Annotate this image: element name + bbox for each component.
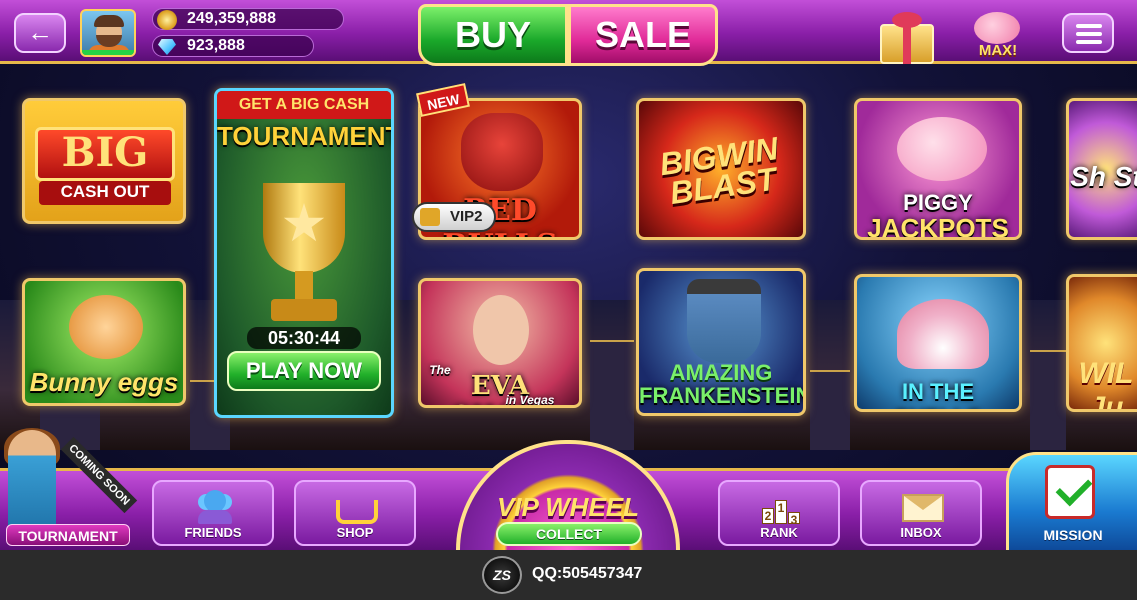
piggy-max-label: MAX! xyxy=(978,42,1018,59)
rank-label: RANK xyxy=(760,525,798,540)
bull-icon xyxy=(461,113,543,191)
tournament-promo-button[interactable]: COMING SOON TOURNAMENT xyxy=(0,428,138,550)
game-tile-piggy-jackpots[interactable]: PIGGY JACKPOTS xyxy=(854,98,1022,240)
friends-button[interactable]: FRIENDS xyxy=(152,480,274,546)
podium-icon: 2 1 3 xyxy=(760,488,802,527)
game-title-prefix: The xyxy=(429,363,451,377)
game-tile-eva-show[interactable]: EVA SHOW The in Vegas xyxy=(418,278,582,408)
game-tile-wild[interactable]: WIL Ju xyxy=(1066,274,1137,412)
game-lobby: ← 249,359,888 923,888 BUY SALE MAX! BIG … xyxy=(0,0,1137,600)
avatar[interactable] xyxy=(80,9,136,57)
mission-label: MISSION xyxy=(1043,527,1103,543)
coin-balance[interactable]: 249,359,888 xyxy=(152,8,344,30)
tournament-promo-label: TOURNAMENT xyxy=(6,524,130,546)
mission-button[interactable]: MISSION xyxy=(1006,452,1137,550)
game-title: Bunny eggs xyxy=(29,367,179,397)
tournament-title: TOURNAMENT xyxy=(217,121,394,151)
sale-button[interactable]: SALE xyxy=(568,4,718,66)
tournament-card[interactable]: GET A BIG CASH TOURNAMENT 05:30:44 PLAY … xyxy=(214,88,394,418)
zs-logo: ZS xyxy=(482,556,522,594)
qq-contact: QQ:505457347 xyxy=(532,565,643,582)
game-tile-in-the-shells[interactable]: IN THE SHELLS xyxy=(854,274,1022,412)
piggy-bank-icon xyxy=(974,12,1020,44)
vip-lock-badge: VIP2 xyxy=(412,202,496,232)
game-title: WIL Ju xyxy=(1078,357,1134,412)
game-subtitle: FRANKENSTEIN xyxy=(639,383,806,408)
vip-level: VIP2 xyxy=(450,208,483,225)
shop-button[interactable]: SHOP xyxy=(294,480,416,546)
play-now-button[interactable]: PLAY NOW xyxy=(227,351,381,391)
friends-icon xyxy=(194,488,236,524)
buy-button[interactable]: BUY xyxy=(418,4,568,66)
tournament-banner: GET A BIG CASH xyxy=(217,91,391,119)
game-title: BIGWIN BLAST xyxy=(657,130,781,212)
game-title: AMAZING xyxy=(669,360,773,385)
pig-icon xyxy=(897,117,987,181)
game-tile-shining[interactable]: Sh St xyxy=(1066,98,1137,240)
game-subtitle: CASH OUT xyxy=(39,181,171,205)
inbox-label: INBOX xyxy=(900,525,942,540)
game-title: BIG xyxy=(35,127,175,181)
game-tile-bunny-eggs[interactable]: Bunny eggs xyxy=(22,278,186,406)
frankenstein-icon xyxy=(687,279,761,363)
coin-amount: 249,359,888 xyxy=(187,10,276,27)
piggy-bank-button[interactable]: MAX! xyxy=(968,6,1028,62)
gem-amount: 923,888 xyxy=(187,37,245,54)
coin-icon xyxy=(157,10,177,30)
game-title: IN THE SHELLS xyxy=(895,379,982,409)
gem-balance[interactable]: 923,888 xyxy=(152,35,314,57)
game-title: PIGGY xyxy=(903,190,973,215)
menu-button[interactable] xyxy=(1062,13,1114,53)
friends-label: FRIENDS xyxy=(184,525,242,540)
level-progress-bar xyxy=(82,50,134,55)
back-arrow-icon: ← xyxy=(27,17,53,47)
game-title: Sh St xyxy=(1070,161,1137,192)
game-subtitle: JACKPOTS xyxy=(867,213,1009,240)
coming-soon-ribbon: COMING SOON xyxy=(60,436,138,514)
shop-label: SHOP xyxy=(336,525,374,540)
collect-button[interactable]: COLLECT xyxy=(496,522,642,546)
back-button[interactable]: ← xyxy=(14,13,66,53)
shopping-cart-icon xyxy=(336,500,378,524)
inbox-button[interactable]: INBOX xyxy=(860,480,982,546)
vip-wheel-title: VIP WHEEL xyxy=(496,492,640,522)
clipboard-check-icon xyxy=(1045,465,1095,519)
diamond-icon xyxy=(158,39,176,55)
game-tile-big-cash-out[interactable]: BIG CASH OUT xyxy=(22,98,186,224)
game-tile-bigwin-blast[interactable]: BIGWIN BLAST xyxy=(636,98,806,240)
bunny-icon xyxy=(69,295,143,359)
game-tile-amazing-frankenstein[interactable]: AMAZING FRANKENSTEIN xyxy=(636,268,806,416)
tournament-timer: 05:30:44 xyxy=(247,327,361,349)
shell-icon xyxy=(897,299,989,369)
rank-button[interactable]: 2 1 3 RANK xyxy=(718,480,840,546)
envelope-icon xyxy=(902,494,944,522)
gift-button[interactable] xyxy=(872,6,942,68)
game-subtitle: in Vegas xyxy=(505,393,555,407)
lock-icon xyxy=(420,208,440,226)
showgirl-icon xyxy=(473,295,529,365)
